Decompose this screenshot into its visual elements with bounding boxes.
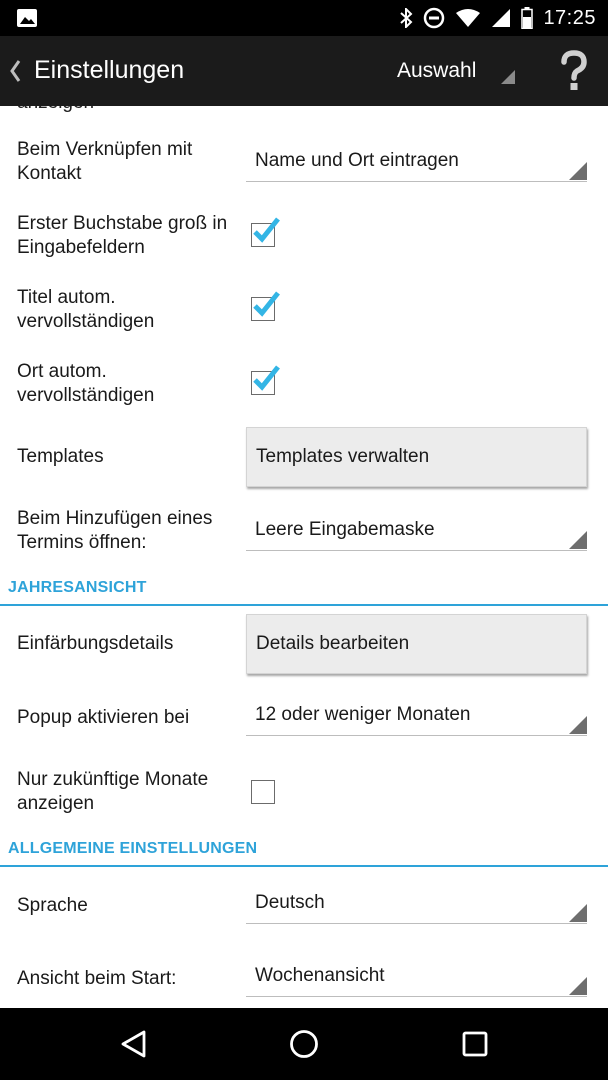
home-icon[interactable]	[288, 1028, 320, 1060]
setting-label: Einfärbungsdetails	[17, 633, 174, 654]
setting-row-popup: Popup aktivieren bei 12 oder weniger Mon…	[0, 704, 608, 754]
back-chevron-icon[interactable]	[8, 58, 22, 84]
setting-label: Beim Verknüpfen mit Kontakt	[17, 139, 193, 184]
recents-icon[interactable]	[459, 1028, 491, 1060]
setting-row-start: Ansicht beim Start: Wochenansicht	[0, 965, 608, 1008]
auswahl-dropdown[interactable]: Auswahl	[396, 56, 522, 92]
setting-row-templates: Templates Templates verwalten	[0, 426, 608, 488]
back-icon[interactable]	[118, 1028, 150, 1060]
dropdown-corner-icon	[569, 162, 587, 180]
dnd-icon	[424, 7, 445, 29]
battery-icon	[521, 7, 534, 29]
page-title: Einstellungen	[34, 56, 185, 84]
ort-checkbox[interactable]	[251, 365, 280, 395]
section-header-allgemein: ALLGEMEINE EINSTELLUNGEN	[0, 840, 608, 867]
setting-label: Ort autom. vervollständigen	[17, 361, 155, 406]
checkmark-icon	[253, 291, 280, 317]
setting-label: Nur zukünftige Monate anzeigen	[17, 769, 209, 814]
dropdown-corner-icon	[569, 716, 587, 734]
setting-label: Sprache	[17, 895, 88, 916]
setting-label: Titel autom. vervollständigen	[17, 287, 155, 332]
dropdown-corner-icon	[569, 531, 587, 549]
setting-row-verknuepfen: Beim Verknüpfen mit Kontakt Name und Ort…	[0, 138, 608, 186]
settings-list[interactable]: anzeigen Beim Verknüpfen mit Kontakt Nam…	[0, 106, 608, 1008]
popup-spinner[interactable]: 12 oder weniger Monaten	[246, 696, 587, 736]
clipped-label: anzeigen	[17, 106, 94, 114]
setting-label: Erster Buchstabe groß in Eingabefeldern	[17, 213, 228, 258]
auswahl-label: Auswahl	[397, 59, 477, 82]
section-divider	[0, 604, 608, 606]
buchstabe-checkbox[interactable]	[251, 217, 280, 247]
setting-label: Popup aktivieren bei	[17, 707, 190, 728]
zukunft-checkbox[interactable]	[251, 780, 275, 804]
wifi-icon	[456, 9, 481, 27]
setting-row-zukunft: Nur zukünftige Monate anzeigen	[0, 768, 608, 816]
setting-label: Beim Hinzufügen eines Termins öffnen:	[17, 508, 213, 553]
spinner-value: Name und Ort eintragen	[255, 150, 459, 171]
setting-row-buchstabe: Erster Buchstabe groß in Eingabefeldern	[0, 212, 608, 260]
spinner-value: Leere Eingabemaske	[255, 519, 435, 540]
templates-verwalten-button[interactable]: Templates verwalten	[246, 427, 587, 487]
help-icon[interactable]	[556, 50, 592, 94]
clock: 17:25	[543, 6, 596, 29]
setting-row-termin: Beim Hinzufügen eines Termins öffnen: Le…	[0, 507, 608, 555]
spinner-value: Deutsch	[255, 892, 325, 913]
section-header-jahresansicht: JAHRESANSICHT	[0, 579, 608, 606]
section-title: JAHRESANSICHT	[8, 579, 147, 596]
section-divider	[0, 865, 608, 867]
dropdown-corner-icon	[501, 70, 515, 84]
signal-icon	[492, 9, 511, 27]
titel-checkbox[interactable]	[251, 291, 280, 321]
button-label: Details bearbeiten	[256, 633, 410, 654]
setting-row-sprache: Sprache Deutsch	[0, 892, 608, 942]
sprache-spinner[interactable]: Deutsch	[246, 884, 587, 924]
setting-row-ort: Ort autom. vervollständigen	[0, 360, 608, 408]
spinner-value: Wochenansicht	[255, 965, 385, 986]
start-spinner[interactable]: Wochenansicht	[246, 957, 587, 997]
setting-row-faerbung: Einfärbungsdetails Details bearbeiten	[0, 613, 608, 675]
setting-label: Ansicht beim Start:	[17, 968, 177, 989]
status-bar: 17:25	[0, 0, 608, 36]
checkmark-icon	[253, 217, 280, 243]
section-title: ALLGEMEINE EINSTELLUNGEN	[8, 840, 258, 857]
spinner-value: 12 oder weniger Monaten	[255, 704, 471, 725]
image-icon	[17, 9, 37, 27]
action-bar: Einstellungen Auswahl	[0, 36, 608, 106]
bluetooth-icon	[400, 8, 413, 28]
dropdown-corner-icon	[569, 977, 587, 995]
details-bearbeiten-button[interactable]: Details bearbeiten	[246, 614, 587, 674]
button-label: Templates verwalten	[256, 446, 430, 467]
setting-label: Templates	[17, 446, 104, 467]
termin-spinner[interactable]: Leere Eingabemaske	[246, 511, 587, 551]
verknuepfen-spinner[interactable]: Name und Ort eintragen	[246, 142, 587, 182]
navigation-bar	[0, 1008, 608, 1080]
setting-row-titel: Titel autom. vervollständigen	[0, 286, 608, 334]
dropdown-corner-icon	[569, 904, 587, 922]
checkmark-icon	[253, 365, 280, 391]
